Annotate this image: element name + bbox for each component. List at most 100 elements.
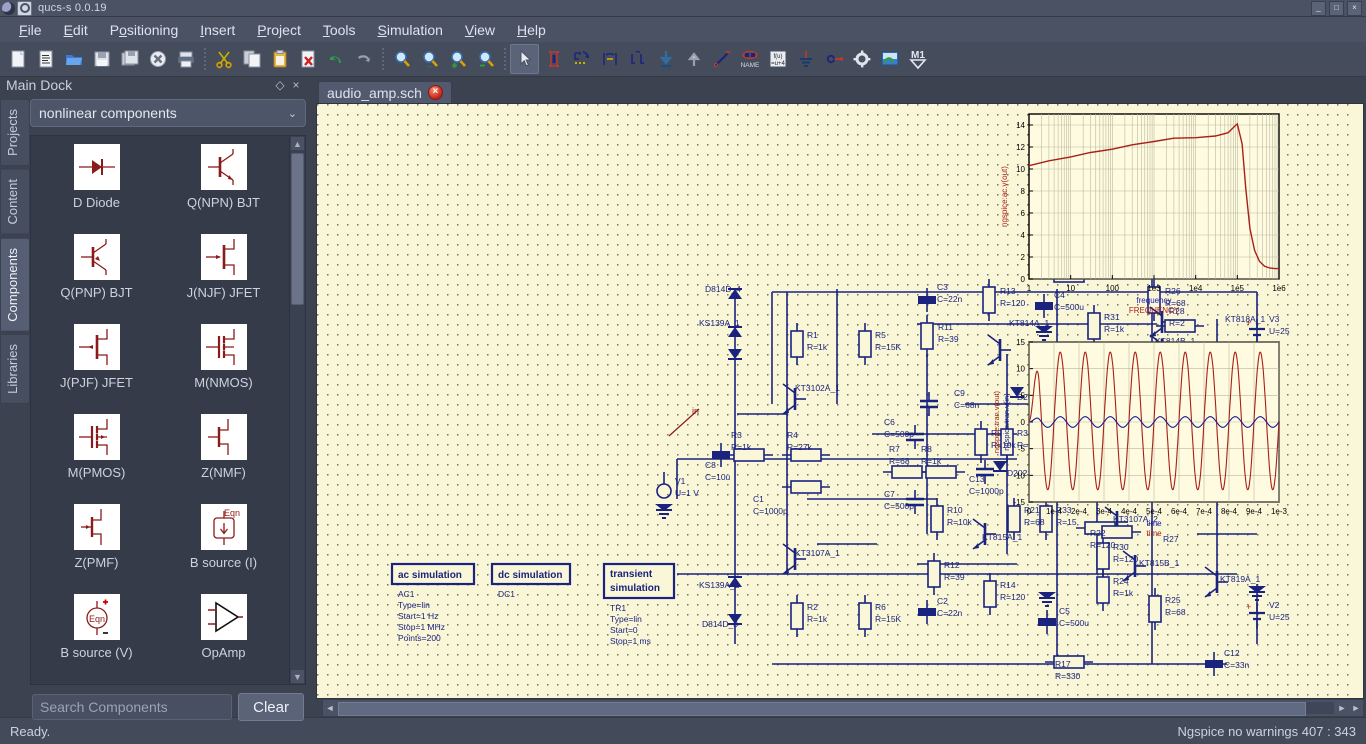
svg-text:8e-4: 8e-4	[1221, 507, 1238, 516]
svg-text:-10: -10	[1013, 471, 1025, 480]
redo-icon[interactable]	[350, 45, 377, 73]
insert-port-icon[interactable]	[680, 45, 707, 73]
scroll-down-icon[interactable]: ▼	[291, 670, 304, 683]
component-item-b-source-i[interactable]: Eqn B source (I)	[160, 504, 287, 594]
insert-ground-icon[interactable]	[792, 45, 819, 73]
zoom-in-icon[interactable]	[444, 45, 471, 73]
hscroll-track[interactable]	[338, 702, 1334, 716]
svg-text:C=22n: C=22n	[937, 608, 963, 618]
dock-tab-components[interactable]: Components	[0, 237, 30, 332]
insert-equation-icon[interactable]: f(u) =u+4	[764, 45, 791, 73]
close-button[interactable]: ×	[1347, 0, 1362, 16]
wire-label-icon[interactable]: NAME	[736, 45, 763, 73]
delete-icon[interactable]	[294, 45, 321, 73]
undo-icon[interactable]	[322, 45, 349, 73]
settings-icon[interactable]	[848, 45, 875, 73]
menu-project[interactable]: Project	[246, 19, 312, 41]
svg-text:R=68: R=68	[1024, 517, 1045, 527]
mirror-y-icon[interactable]	[624, 45, 651, 73]
scroll-left-icon[interactable]: ◄	[323, 701, 337, 715]
horizontal-scrollbar[interactable]: ◄ ► ►	[322, 699, 1364, 717]
maximize-button[interactable]: □	[1329, 0, 1344, 16]
dock-tab-libraries[interactable]: Libraries	[0, 334, 30, 405]
hscroll-thumb[interactable]	[338, 702, 1307, 716]
new-document-icon[interactable]	[4, 45, 31, 73]
paste-icon[interactable]	[266, 45, 293, 73]
edit-component-icon[interactable]	[540, 45, 567, 73]
scroll-right-icon[interactable]: ►	[1335, 701, 1349, 715]
component-item-q-pnp-bjt[interactable]: Q(PNP) BJT	[33, 234, 160, 324]
dock-float-icon[interactable]: ◇	[272, 77, 288, 93]
rotate-icon[interactable]	[568, 45, 595, 73]
mirror-x-icon[interactable]	[596, 45, 623, 73]
svg-text:D814D_4: D814D_4	[705, 284, 741, 294]
component-item-m-nmos[interactable]: M(NMOS)	[160, 324, 287, 414]
svg-text:R14: R14	[1000, 580, 1016, 590]
dock-body: Projects Content Components Libraries nonli…	[0, 93, 310, 731]
svg-text:R=330: R=330	[1055, 671, 1081, 681]
component-item-j-njf-jfet[interactable]: J(NJF) JFET	[160, 234, 287, 324]
component-item-z-nmf[interactable]: Z(NMF)	[160, 414, 287, 504]
marker-icon[interactable]: M1	[904, 45, 931, 73]
dock-tab-projects[interactable]: Projects	[0, 99, 30, 166]
insert-wire-icon[interactable]	[708, 45, 735, 73]
insert-port-symbol-icon[interactable]	[820, 45, 847, 73]
zoom-out-icon[interactable]	[472, 45, 499, 73]
svg-text:R27: R27	[1163, 534, 1179, 544]
scrollbar-track[interactable]	[291, 151, 304, 669]
open-folder-icon[interactable]	[60, 45, 87, 73]
clear-button[interactable]: Clear	[238, 693, 304, 721]
print-icon[interactable]	[172, 45, 199, 73]
zoom-fit-icon[interactable]: ↔	[416, 45, 443, 73]
close-document-icon[interactable]	[144, 45, 171, 73]
component-item-d-diode[interactable]: D Diode	[33, 144, 160, 234]
menu-positioning[interactable]: Positioning	[99, 19, 190, 41]
toolbar-separator	[204, 48, 206, 70]
copy-icon[interactable]	[238, 45, 265, 73]
system-menu-icon[interactable]	[2, 1, 15, 15]
menu-help[interactable]: Help	[506, 19, 557, 41]
svg-text:1e5: 1e5	[1231, 284, 1245, 293]
menu-simulation[interactable]: Simulation	[367, 19, 454, 41]
svg-text:KT818A_1: KT818A_1	[1225, 314, 1265, 324]
component-item-opamp[interactable]: OpAmp	[160, 594, 287, 684]
cut-icon[interactable]	[210, 45, 237, 73]
svg-text:Points=200: Points=200	[398, 633, 441, 643]
menu-view[interactable]: View	[454, 19, 506, 41]
svg-text:ngspice:tran.v(out): ngspice:tran.v(out)	[992, 390, 1001, 453]
menu-tools[interactable]: Tools	[312, 19, 367, 41]
component-grid-scrollbar[interactable]: ▲ ▼	[289, 136, 305, 684]
svg-text:R=1k: R=1k	[1113, 588, 1134, 598]
document-tab-label: audio_amp.sch	[327, 84, 422, 101]
activate-deactivate-icon[interactable]	[652, 45, 679, 73]
close-icon[interactable]: ×	[427, 85, 443, 100]
component-item-m-pmos[interactable]: M(PMOS)	[33, 414, 160, 504]
svg-text:14: 14	[1016, 121, 1025, 130]
component-item-b-source-v[interactable]: Eqn B source (V)	[33, 594, 160, 684]
zoom-icon[interactable]	[388, 45, 415, 73]
save-icon[interactable]	[88, 45, 115, 73]
component-category-select[interactable]: nonlinear components ⌄	[30, 99, 306, 127]
scroll-right-icon-2[interactable]: ►	[1349, 701, 1363, 715]
dock-tab-content[interactable]: Content	[0, 168, 30, 235]
menu-insert[interactable]: Insert	[189, 19, 246, 41]
component-item-z-pmf[interactable]: Z(PMF)	[33, 504, 160, 594]
document-tab-audio-amp[interactable]: audio_amp.sch ×	[318, 81, 452, 103]
svg-text:-5: -5	[1018, 445, 1026, 454]
scroll-up-icon[interactable]: ▲	[291, 137, 304, 150]
save-as-icon[interactable]	[116, 45, 143, 73]
svg-text:ngspice:ac.v(out): ngspice:ac.v(out)	[1000, 166, 1009, 227]
component-item-j-pjf-jfet[interactable]: J(PJF) JFET	[33, 324, 160, 414]
search-input[interactable]	[32, 694, 233, 720]
schematic-canvas[interactable]: D814D_4 KS139A_1 KS139A_2 D814D_3 R1 R=1k R5 R=…	[316, 103, 1364, 699]
svg-text:C=68n: C=68n	[954, 400, 980, 410]
component-item-q-npn-bjt[interactable]: Q(NPN) BJT	[160, 144, 287, 234]
menu-edit[interactable]: Edit	[53, 19, 99, 41]
menu-file[interactable]: File	[8, 19, 53, 41]
select-arrow-icon[interactable]	[510, 44, 539, 74]
scrollbar-thumb[interactable]	[291, 153, 304, 305]
minimize-button[interactable]: _	[1311, 0, 1326, 16]
simulate-icon[interactable]	[876, 45, 903, 73]
dock-close-icon[interactable]: ×	[288, 77, 304, 93]
new-text-document-icon[interactable]	[32, 45, 59, 73]
